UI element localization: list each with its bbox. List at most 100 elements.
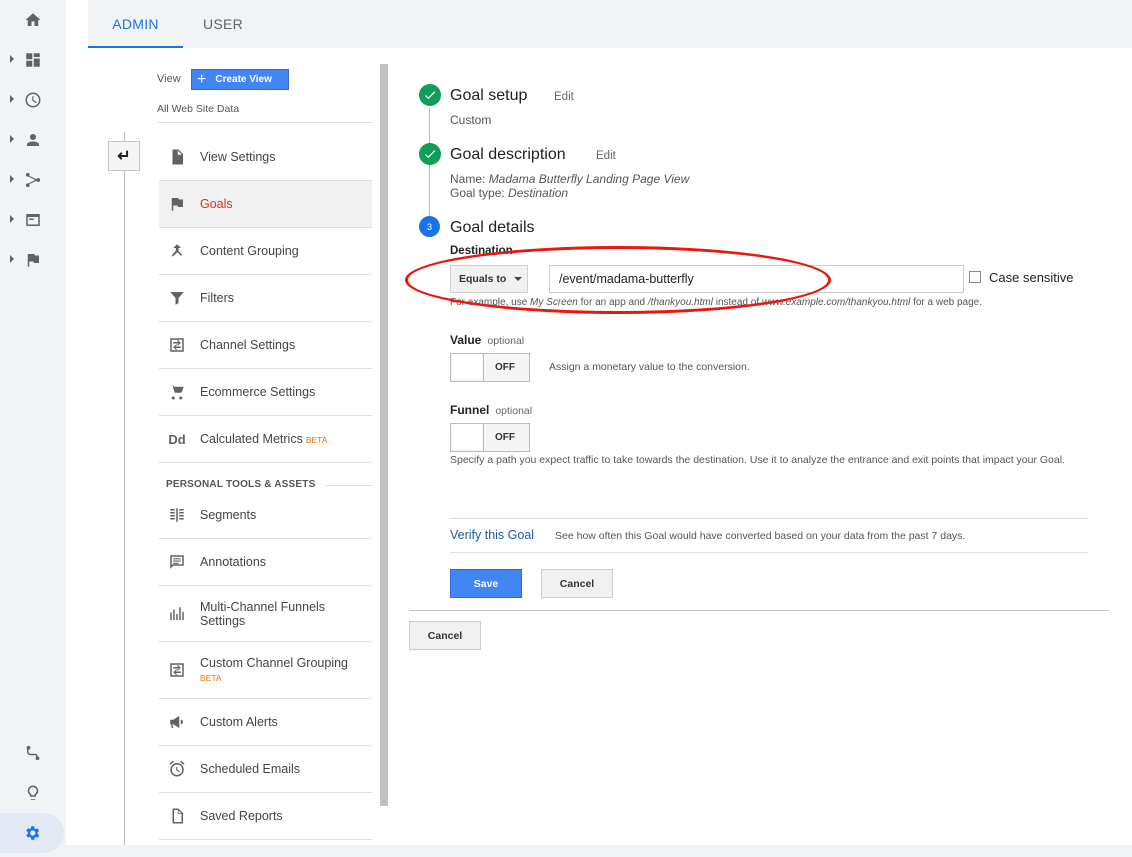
- behavior-button[interactable]: [0, 200, 66, 240]
- menu-item-calculated-metrics[interactable]: Dd Calculated MetricsBETA: [159, 416, 372, 463]
- goal-description-edit-link[interactable]: Edit: [596, 150, 616, 162]
- collapse-back-button[interactable]: ↵: [108, 141, 140, 171]
- create-view-button[interactable]: + Create View: [191, 69, 289, 90]
- person-icon: [24, 131, 42, 149]
- goal-description-title: Goal description: [450, 146, 566, 164]
- toggle-knob: [451, 354, 484, 381]
- menu-item-label: Goals: [200, 197, 233, 211]
- goal-name-label: Name:: [450, 172, 485, 186]
- top-tabs: ADMIN USER: [88, 0, 1132, 48]
- back-arrow-icon: ↵: [117, 146, 130, 166]
- expand-caret-icon: [10, 95, 14, 103]
- menu-item-label-wrap: Calculated MetricsBETA: [200, 432, 327, 447]
- attribution-button[interactable]: [0, 733, 66, 773]
- left-rail: [0, 0, 66, 857]
- menu-item-label: Scheduled Emails: [200, 762, 300, 776]
- menu-item-custom-channel-grouping[interactable]: Custom Channel GroupingBETA: [159, 642, 372, 699]
- view-column-line: [124, 132, 125, 845]
- conversions-button[interactable]: [0, 240, 66, 280]
- menu-item-view-settings[interactable]: View Settings: [159, 134, 372, 181]
- menu-item-custom-alerts[interactable]: Custom Alerts: [159, 699, 372, 746]
- cancel-button[interactable]: Cancel: [541, 569, 613, 598]
- attribution-icon: [24, 744, 42, 762]
- customization-button[interactable]: [0, 40, 66, 80]
- menu-item-ecommerce-settings[interactable]: Ecommerce Settings: [159, 369, 372, 416]
- save-button[interactable]: Save: [450, 569, 522, 598]
- menu-item-label: Channel Settings: [200, 338, 295, 352]
- divider: [450, 552, 1088, 553]
- menu-item-label: Saved Reports: [200, 809, 283, 823]
- value-toggle[interactable]: OFF: [450, 353, 530, 382]
- menu-item-label: Segments: [200, 508, 256, 522]
- help-text: for a web page.: [913, 297, 982, 308]
- view-divider: [157, 122, 372, 123]
- menu-item-channel-settings[interactable]: Channel Settings: [159, 322, 372, 369]
- tab-user[interactable]: USER: [183, 0, 263, 48]
- menu-item-goals[interactable]: Goals: [159, 181, 372, 228]
- annotation-icon: [167, 552, 187, 572]
- menu-item-filters[interactable]: Filters: [159, 275, 372, 322]
- goal-details-step-number: 3: [419, 216, 440, 237]
- match-type-dropdown[interactable]: Equals to: [450, 265, 528, 293]
- help-text: instead of: [716, 297, 759, 308]
- menu-item-label: Calculated Metrics: [200, 432, 303, 446]
- tab-admin[interactable]: ADMIN: [88, 0, 183, 48]
- verify-goal-help: See how often this Goal would have conve…: [555, 530, 965, 542]
- funnel-toggle[interactable]: OFF: [450, 423, 530, 452]
- home-button[interactable]: [0, 0, 66, 40]
- plus-icon: +: [197, 72, 206, 88]
- document-icon: [167, 147, 187, 167]
- menu-item-label: Annotations: [200, 555, 266, 569]
- outer-cancel-button[interactable]: Cancel: [409, 621, 481, 650]
- channel-icon: [167, 335, 187, 355]
- menu-item-label: Filters: [200, 291, 234, 305]
- acquisition-button[interactable]: [0, 160, 66, 200]
- beta-badge: BETA: [306, 435, 328, 445]
- destination-label: Destination: [450, 245, 513, 257]
- goal-setup-edit-link[interactable]: Edit: [554, 91, 574, 103]
- goal-type-value: Destination: [508, 186, 568, 200]
- toggle-state: OFF: [495, 362, 515, 373]
- expand-caret-icon: [10, 215, 14, 223]
- view-selector[interactable]: All Web Site Data: [157, 103, 239, 115]
- acquisition-icon: [24, 171, 42, 189]
- section-personal-tools: PERSONAL TOOLS & ASSETS: [166, 479, 315, 490]
- menu-item-label: Multi-Channel Funnels: [200, 600, 325, 614]
- goal-setup-title: Goal setup: [450, 87, 527, 105]
- realtime-button[interactable]: [0, 80, 66, 120]
- check-icon: [423, 88, 437, 102]
- match-type-value: Equals to: [459, 273, 506, 285]
- goal-details-title: Goal details: [450, 219, 535, 237]
- menu-item-content-grouping[interactable]: Content Grouping: [159, 228, 372, 275]
- document-icon: [167, 806, 187, 826]
- expand-caret-icon: [10, 255, 14, 263]
- expand-caret-icon: [10, 135, 14, 143]
- menu-item-segments[interactable]: Segments: [159, 492, 372, 539]
- help-example: /thankyou.html: [648, 297, 713, 308]
- menu-item-saved-reports[interactable]: Saved Reports: [159, 793, 372, 840]
- menu-item-scheduled-emails[interactable]: Scheduled Emails: [159, 746, 372, 793]
- audience-button[interactable]: [0, 120, 66, 160]
- filter-icon: [167, 288, 187, 308]
- menu-item-label: View Settings: [200, 150, 276, 164]
- toggle-state: OFF: [495, 432, 515, 443]
- case-sensitive-label: Case sensitive: [989, 270, 1074, 285]
- column-scrollbar[interactable]: [380, 64, 388, 806]
- menu-item-label: Content Grouping: [200, 244, 299, 258]
- goal-setup-value: Custom: [450, 113, 491, 127]
- menu-item-label: Ecommerce Settings: [200, 385, 315, 399]
- destination-input[interactable]: [549, 265, 964, 293]
- admin-button[interactable]: [0, 813, 64, 853]
- discover-button[interactable]: [0, 773, 66, 813]
- menu-item-multi-channel-funnels[interactable]: Multi-Channel FunnelsSettings: [159, 586, 372, 642]
- dashboard-icon: [24, 51, 42, 69]
- menu-item-label: Custom Alerts: [200, 715, 278, 729]
- verify-goal-link[interactable]: Verify this Goal: [450, 528, 534, 542]
- menu-item-annotations[interactable]: Annotations: [159, 539, 372, 586]
- view-label: View: [157, 73, 181, 85]
- help-text: for an app and: [581, 297, 646, 308]
- alarm-icon: [167, 759, 187, 779]
- case-sensitive-checkbox[interactable]: [969, 271, 981, 283]
- section-divider: [325, 485, 372, 486]
- menu-item-label-wrap: Multi-Channel FunnelsSettings: [200, 600, 325, 628]
